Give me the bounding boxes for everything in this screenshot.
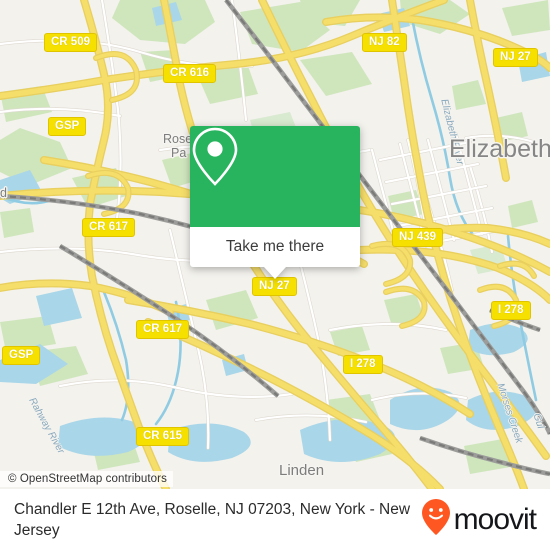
road-shield-i-278-e: I 278 [491, 301, 531, 320]
location-title: Chandler E 12th Ave, Roselle, NJ 07203, … [14, 500, 411, 539]
road-shield-gsp-n: GSP [48, 117, 87, 136]
road-shield-nj-439: NJ 439 [392, 228, 444, 247]
moovit-smiley-pin-icon [421, 498, 451, 541]
road-shield-i-278-w: I 278 [343, 355, 383, 374]
road-shield-cr-509: CR 509 [44, 33, 97, 52]
take-me-there-button[interactable]: Take me there [190, 227, 360, 267]
place-label-linden: Linden [279, 462, 325, 479]
road-shield-nj-27: NJ 27 [252, 277, 297, 296]
place-label-elizabeth: Elizabeth [449, 135, 550, 163]
road-shield-cr-617-s: CR 617 [136, 320, 189, 339]
map-canvas[interactable]: .rd { fill:none; stroke:#f6de6b; stroke-… [0, 0, 550, 489]
road-shield-cr-616: CR 616 [163, 64, 216, 83]
location-popup-card[interactable]: Take me there [190, 126, 360, 279]
place-label-roselle-park-line2: Pa [171, 146, 187, 160]
road-shield-cr-617-n: CR 617 [82, 218, 135, 237]
road-shield-nj-27-ne: NJ 27 [493, 48, 538, 67]
moovit-brand[interactable]: moovit [421, 498, 537, 541]
footer-bar: Chandler E 12th Ave, Roselle, NJ 07203, … [0, 489, 550, 550]
road-shield-gsp-s: GSP [2, 346, 41, 365]
popup-header [190, 126, 360, 227]
road-shield-cr-615: CR 615 [136, 427, 189, 446]
road-shield-nj-82: NJ 82 [362, 33, 407, 52]
place-label-clipped-left: d [0, 186, 7, 200]
moovit-wordmark: moovit [453, 502, 537, 536]
place-label-roselle-park-line1: Rose [163, 132, 193, 146]
popup-tail-pointer [264, 267, 286, 279]
take-me-there-label: Take me there [225, 238, 325, 255]
moovit-map-screen: .rd { fill:none; stroke:#f6de6b; stroke-… [0, 0, 550, 550]
